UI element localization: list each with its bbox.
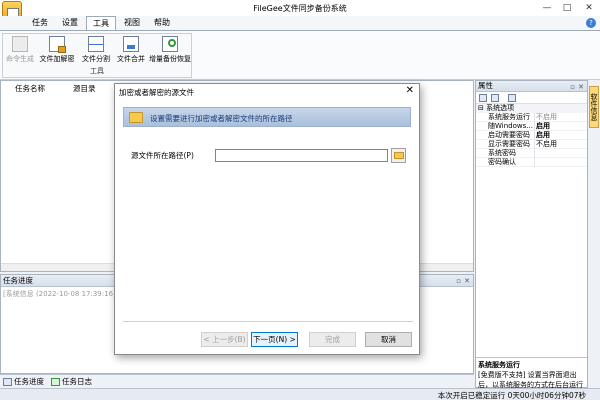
log-icon <box>51 378 60 386</box>
dialog-close-icon[interactable]: ✕ <box>406 85 414 96</box>
command-generate-label: 命令生成 <box>6 55 34 63</box>
property-row[interactable]: 系统密码 <box>476 149 587 158</box>
property-key: 系统服务运行 <box>488 113 530 121</box>
description-text: [免费版不支持] 设置当界面退出后，以系统服务的方式在后台运行 <box>478 371 583 389</box>
property-row[interactable]: 显示需要密码 不启用 <box>476 140 587 149</box>
property-row[interactable]: 随Windows... 启用 <box>476 122 587 131</box>
progress-icon <box>3 378 12 386</box>
dialog-separator <box>123 321 413 322</box>
encrypt-source-dialog: 加密或者解密的源文件 ✕ 设置需要进行加密或者解密文件的所在路径 源文件所在路径… <box>114 83 420 355</box>
property-key: 启动需要密码 <box>488 131 530 139</box>
column-source-dir[interactable]: 源目录 <box>73 83 96 94</box>
tab-task-progress[interactable]: 任务进度 <box>2 376 44 388</box>
file-encrypt-label: 文件加解密 <box>39 55 75 63</box>
next-button[interactable]: 下一页(N) > <box>251 332 298 347</box>
merge-file-icon <box>123 36 139 52</box>
window-title: FileGee文件同步备份系统 <box>253 4 347 13</box>
app-window: FileGee文件同步备份系统 — □ ✕ 任务 设置 工具 视图 帮助 ? 命… <box>0 0 600 400</box>
progress-panel-title: 任务进度 <box>3 276 33 285</box>
panel-close-icon[interactable]: ✕ <box>464 276 470 287</box>
tab-task-log-label: 任务日志 <box>62 377 92 386</box>
property-description: 系统服务运行 [免费版不支持] 设置当界面退出后，以系统服务的方式在后台运行 <box>476 357 587 389</box>
properties-toolbar <box>476 92 587 104</box>
lock-file-icon <box>49 36 66 53</box>
file-merge-label: 文件合并 <box>117 55 145 63</box>
tab-task-progress-label: 任务进度 <box>14 377 44 386</box>
source-path-label: 源文件所在路径(P) <box>131 151 194 160</box>
ribbon-panel: 命令生成 文件加解密 文件分割 文件合并 增量备份恢复 工具 <box>0 30 600 80</box>
tools-group: 命令生成 文件加解密 文件分割 文件合并 增量备份恢复 工具 <box>2 33 192 78</box>
restore-icon <box>162 36 178 52</box>
source-path-input[interactable] <box>215 149 388 162</box>
folder-icon <box>129 112 143 123</box>
finish-button[interactable]: 完成 <box>309 332 356 347</box>
status-text: 本次开启已稳定运行 0天00小时06分钟07秒 <box>437 391 586 400</box>
property-value: 启用 <box>536 131 550 139</box>
property-value: 不启用 <box>536 140 557 148</box>
prev-button[interactable]: < 上一步(B) <box>201 332 248 347</box>
close-button[interactable]: ✕ <box>580 1 598 15</box>
incremental-restore-button[interactable]: 增量备份恢复 <box>148 36 192 66</box>
alphabetical-icon[interactable] <box>491 94 499 102</box>
description-title: 系统服务运行 <box>478 361 520 369</box>
tab-view[interactable]: 视图 <box>118 16 146 30</box>
properties-close-icon[interactable]: ✕ <box>578 82 584 92</box>
file-merge-button[interactable]: 文件合并 <box>115 36 147 66</box>
bottom-tabs: 任务进度 任务日志 <box>0 374 474 388</box>
file-split-button[interactable]: 文件分割 <box>79 36 113 66</box>
minimize-button[interactable]: — <box>538 1 556 15</box>
tab-tools[interactable]: 工具 <box>86 16 116 30</box>
tab-help[interactable]: 帮助 <box>148 16 176 30</box>
properties-panel: 属性 ▫ ✕ ⊟ 系统选项 系统服务运行 不启用 随Windows... 启用 启动… <box>475 80 588 389</box>
command-generate-button[interactable]: 命令生成 <box>5 36 35 66</box>
tab-settings[interactable]: 设置 <box>56 16 84 30</box>
column-task-name[interactable]: 任务名称 <box>15 83 45 94</box>
properties-pin-icon[interactable]: ▫ <box>570 82 575 92</box>
property-key: 显示需要密码 <box>488 140 530 148</box>
split-file-icon <box>88 36 104 52</box>
tools-group-label: 工具 <box>90 67 104 75</box>
ribbon-tabs: 任务 设置 工具 视图 帮助 ? <box>0 16 600 30</box>
dialog-title: 加密或者解密的源文件 <box>119 88 194 97</box>
category-label: 系统选项 <box>486 104 515 112</box>
property-value: 启用 <box>536 122 550 130</box>
maximize-button[interactable]: □ <box>558 1 576 15</box>
help-icon[interactable]: ? <box>586 18 596 28</box>
category-row[interactable]: ⊟ 系统选项 <box>476 104 587 113</box>
property-key: 随Windows... <box>488 122 533 130</box>
properties-title: 属性 <box>478 81 493 90</box>
property-key: 密码确认 <box>488 158 516 166</box>
property-row[interactable]: 启动需要密码 启用 <box>476 131 587 140</box>
file-split-label: 文件分割 <box>82 55 110 63</box>
property-row[interactable]: 密码确认 <box>476 158 587 167</box>
property-pages-icon[interactable] <box>508 94 516 102</box>
property-key: 系统密码 <box>488 149 516 157</box>
browse-folder-icon <box>394 152 404 159</box>
browse-folder-button[interactable] <box>391 148 406 163</box>
property-value: 不启用 <box>536 113 557 121</box>
categorized-icon[interactable] <box>479 94 487 102</box>
property-row[interactable]: 系统服务运行 不启用 <box>476 113 587 122</box>
command-icon <box>12 36 28 52</box>
title-bar: FileGee文件同步备份系统 — □ ✕ <box>0 0 600 23</box>
status-bar: 本次开启已稳定运行 0天00小时06分钟07秒 <box>0 388 600 400</box>
file-encrypt-button[interactable]: 文件加解密 <box>38 36 76 66</box>
incremental-restore-label: 增量备份恢复 <box>149 55 191 63</box>
banner-text: 设置需要进行加密或者解密文件的所在路径 <box>150 114 293 123</box>
pin-icon[interactable]: ▫ <box>456 276 461 287</box>
software-info-side-tab[interactable]: 软件信息 <box>589 86 599 128</box>
cancel-button[interactable]: 取消 <box>365 332 412 347</box>
dialog-banner: 设置需要进行加密或者解密文件的所在路径 <box>123 107 411 127</box>
tab-task-log[interactable]: 任务日志 <box>50 376 92 388</box>
tab-task[interactable]: 任务 <box>26 16 54 30</box>
properties-header: 属性 ▫ ✕ <box>476 81 587 92</box>
